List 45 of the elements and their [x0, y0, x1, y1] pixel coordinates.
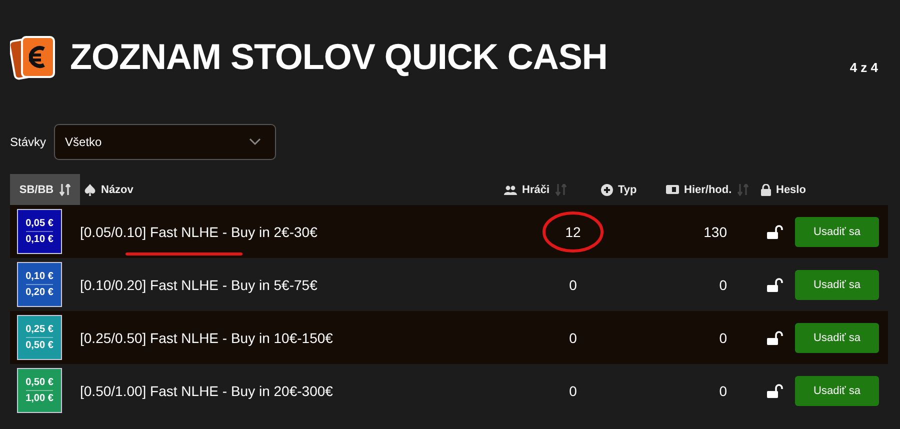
table-name: [0.05/0.10] Fast NLHE - Buy in 2€-30€: [80, 224, 318, 240]
column-header[interactable]: Hráči: [500, 174, 597, 205]
small-blind: 0,05 €: [26, 218, 54, 229]
small-blind: 0,10 €: [26, 271, 54, 282]
big-blind: 1,00 €: [26, 390, 54, 404]
hands-per-hour: 0: [718, 382, 728, 398]
column-header[interactable]: Hier/hod.: [662, 174, 757, 205]
table-name: [0.50/1.00] Fast NLHE - Buy in 20€-300€: [80, 382, 333, 398]
sort-icon: [736, 184, 749, 196]
hands-per-hour: 0: [718, 330, 728, 346]
sit-down-button[interactable]: Usadiť sa: [795, 270, 879, 300]
sort-icon: [554, 184, 567, 196]
column-header[interactable]: SB/BB: [10, 174, 80, 205]
stakes-dropdown[interactable]: Všetko: [54, 124, 276, 160]
player-count: 0: [569, 276, 577, 292]
column-header[interactable]: Heslo: [757, 174, 888, 205]
player-count: 0: [569, 382, 577, 398]
lock-icon: [761, 184, 771, 196]
sit-down-button[interactable]: Usadiť sa: [795, 216, 879, 246]
plus-circle-icon: [601, 184, 613, 196]
sit-down-button[interactable]: Usadiť sa: [795, 322, 879, 352]
highlight-circle: [541, 210, 605, 254]
big-blind: 0,20 €: [26, 284, 54, 298]
big-blind: 0,50 €: [26, 337, 54, 351]
table-name: [0.25/0.50] Fast NLHE - Buy in 10€-150€: [80, 330, 333, 346]
big-blind: 0,10 €: [26, 231, 54, 245]
spade-icon: [84, 184, 96, 196]
hands-per-hour: 130: [702, 224, 728, 240]
small-blind: 0,25 €: [26, 324, 54, 335]
people-icon: [504, 184, 517, 194]
table-name: [0.10/0.20] Fast NLHE - Buy in 5€-75€: [80, 276, 318, 292]
euro-cards-icon: [10, 33, 58, 81]
cards-icon: [666, 184, 679, 195]
sit-down-button[interactable]: Usadiť sa: [795, 376, 879, 406]
player-count: 0: [569, 330, 577, 346]
sort-icon: [58, 184, 71, 196]
player-count: 12: [565, 224, 581, 240]
filter-label: Stávky: [10, 135, 46, 149]
chevron-down-icon: [249, 138, 262, 146]
page-title: ZOZNAM STOLOV QUICK CASH: [70, 36, 608, 78]
column-header[interactable]: Typ: [597, 174, 662, 205]
hands-per-hour: 0: [718, 276, 728, 292]
small-blind: 0,50 €: [26, 377, 54, 388]
page-count: 4 z 4: [850, 60, 878, 74]
column-header[interactable]: Názov: [80, 174, 500, 205]
